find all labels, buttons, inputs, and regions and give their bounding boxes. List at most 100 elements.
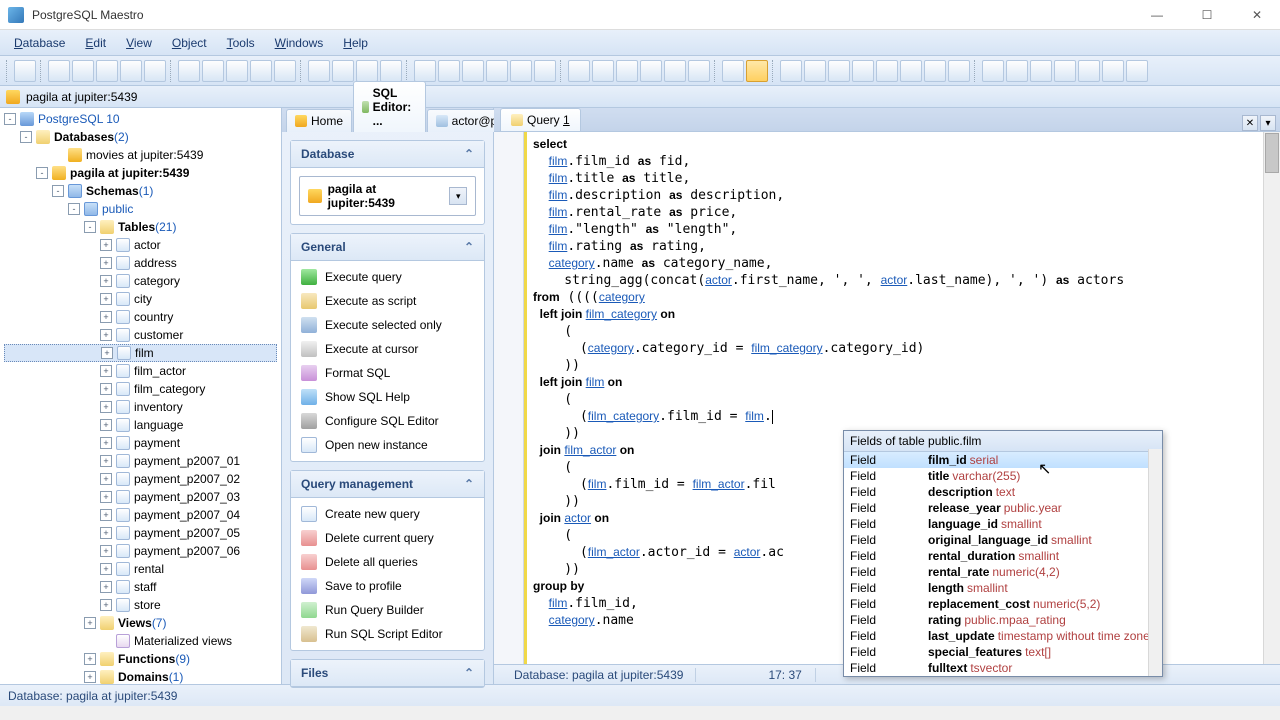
- menu-edit[interactable]: Edit: [75, 32, 116, 54]
- editor-tab-query1[interactable]: Query 1: [500, 108, 581, 131]
- autocomplete-item[interactable]: Fieldlast_updatetimestamp without time z…: [844, 628, 1162, 644]
- tb-icon[interactable]: [144, 60, 166, 82]
- autocomplete-item[interactable]: Fieldrelease_yearpublic.year: [844, 500, 1162, 516]
- maximize-button[interactable]: ☐: [1192, 8, 1222, 22]
- tb-icon[interactable]: [178, 60, 200, 82]
- close-button[interactable]: ✕: [1242, 8, 1272, 22]
- tb-icon[interactable]: [1030, 60, 1052, 82]
- action-item[interactable]: Execute selected only: [291, 313, 484, 337]
- action-item[interactable]: Configure SQL Editor: [291, 409, 484, 433]
- tb-icon[interactable]: [72, 60, 94, 82]
- tree-node[interactable]: -public: [4, 200, 277, 218]
- menu-database[interactable]: Database: [4, 32, 75, 54]
- tb-icon[interactable]: [982, 60, 1004, 82]
- autocomplete-item[interactable]: Fieldreplacement_costnumeric(5,2): [844, 596, 1162, 612]
- tree-node[interactable]: movies at jupiter:5439: [4, 146, 277, 164]
- tb-icon[interactable]: [664, 60, 686, 82]
- action-item[interactable]: Format SQL: [291, 361, 484, 385]
- action-item[interactable]: Delete current query: [291, 526, 484, 550]
- tree-node[interactable]: +payment: [4, 434, 277, 452]
- autocomplete-item[interactable]: Fieldfulltexttsvector: [844, 660, 1162, 676]
- tree-node[interactable]: +country: [4, 308, 277, 326]
- tb-icon[interactable]: [48, 60, 70, 82]
- menu-tools[interactable]: Tools: [217, 32, 265, 54]
- autocomplete-item[interactable]: Fieldlengthsmallint: [844, 580, 1162, 596]
- action-item[interactable]: Run Query Builder: [291, 598, 484, 622]
- tree-node[interactable]: +Views (7): [4, 614, 277, 632]
- action-item[interactable]: Delete all queries: [291, 550, 484, 574]
- tree-node[interactable]: +film_category: [4, 380, 277, 398]
- tree-node[interactable]: +payment_p2007_05: [4, 524, 277, 542]
- tb-icon[interactable]: [332, 60, 354, 82]
- autocomplete-item[interactable]: Fieldoriginal_language_idsmallint: [844, 532, 1162, 548]
- tb-icon[interactable]: [380, 60, 402, 82]
- tree-node[interactable]: +language: [4, 416, 277, 434]
- tree-node[interactable]: +payment_p2007_01: [4, 452, 277, 470]
- tb-icon[interactable]: [900, 60, 922, 82]
- tree-node[interactable]: +rental: [4, 560, 277, 578]
- autocomplete-item[interactable]: Fielddescriptiontext: [844, 484, 1162, 500]
- tb-icon[interactable]: [120, 60, 142, 82]
- tb-icon[interactable]: [356, 60, 378, 82]
- scrollbar-vertical[interactable]: [1148, 449, 1162, 676]
- tb-icon[interactable]: [308, 60, 330, 82]
- tb-icon[interactable]: [414, 60, 436, 82]
- database-select[interactable]: pagila at jupiter:5439 ▾: [299, 176, 476, 216]
- tb-icon[interactable]: [852, 60, 874, 82]
- collapse-icon[interactable]: ⌃: [464, 147, 474, 161]
- tree-node[interactable]: +inventory: [4, 398, 277, 416]
- tb-icon[interactable]: [510, 60, 532, 82]
- tb-icon[interactable]: [202, 60, 224, 82]
- tb-icon[interactable]: [1006, 60, 1028, 82]
- tree-node[interactable]: +address: [4, 254, 277, 272]
- tab-sql-editor[interactable]: SQL Editor: ...: [353, 81, 426, 132]
- menu-view[interactable]: View: [116, 32, 162, 54]
- menu-object[interactable]: Object: [162, 32, 217, 54]
- tb-icon[interactable]: [486, 60, 508, 82]
- tree-node[interactable]: +Functions (9): [4, 650, 277, 668]
- action-item[interactable]: Create new query: [291, 502, 484, 526]
- tab-close-button[interactable]: ✕: [1242, 115, 1258, 131]
- tree-node[interactable]: -pagila at jupiter:5439: [4, 164, 277, 182]
- tb-icon[interactable]: [746, 60, 768, 82]
- tb-icon[interactable]: [226, 60, 248, 82]
- tb-icon[interactable]: [14, 60, 36, 82]
- tree-node[interactable]: +customer: [4, 326, 277, 344]
- tree-node[interactable]: +actor: [4, 236, 277, 254]
- dropdown-icon[interactable]: ▾: [449, 187, 467, 205]
- tree-node[interactable]: +payment_p2007_06: [4, 542, 277, 560]
- autocomplete-item[interactable]: Fieldtitlevarchar(255): [844, 468, 1162, 484]
- minimize-button[interactable]: —: [1142, 8, 1172, 22]
- tb-icon[interactable]: [1054, 60, 1076, 82]
- autocomplete-item[interactable]: Fieldlanguage_idsmallint: [844, 516, 1162, 532]
- tree-node[interactable]: +staff: [4, 578, 277, 596]
- action-item[interactable]: Save to profile: [291, 574, 484, 598]
- action-item[interactable]: Show SQL Help: [291, 385, 484, 409]
- action-item[interactable]: Execute as script: [291, 289, 484, 313]
- tb-icon[interactable]: [462, 60, 484, 82]
- tree-node[interactable]: +payment_p2007_03: [4, 488, 277, 506]
- tree-node[interactable]: +payment_p2007_04: [4, 506, 277, 524]
- tb-icon[interactable]: [688, 60, 710, 82]
- tree-node[interactable]: -PostgreSQL 10: [4, 110, 277, 128]
- tb-icon[interactable]: [96, 60, 118, 82]
- tb-icon[interactable]: [1126, 60, 1148, 82]
- tb-icon[interactable]: [1078, 60, 1100, 82]
- autocomplete-popup[interactable]: Fields of table public.film Fieldfilm_id…: [843, 430, 1163, 677]
- tb-icon[interactable]: [780, 60, 802, 82]
- tb-icon[interactable]: [640, 60, 662, 82]
- tb-icon[interactable]: [722, 60, 744, 82]
- tb-icon[interactable]: [592, 60, 614, 82]
- tb-icon[interactable]: [568, 60, 590, 82]
- autocomplete-item[interactable]: Fieldfilm_idserial: [844, 452, 1162, 468]
- tb-icon[interactable]: [948, 60, 970, 82]
- tb-icon[interactable]: [804, 60, 826, 82]
- tree-node[interactable]: -Schemas (1): [4, 182, 277, 200]
- tree-node[interactable]: +store: [4, 596, 277, 614]
- tree-node[interactable]: -Databases (2): [4, 128, 277, 146]
- tree-node[interactable]: +city: [4, 290, 277, 308]
- tab-dropdown-button[interactable]: ▾: [1260, 115, 1276, 131]
- tree-node[interactable]: -Tables (21): [4, 218, 277, 236]
- tree-node[interactable]: +category: [4, 272, 277, 290]
- action-item[interactable]: Open new instance: [291, 433, 484, 457]
